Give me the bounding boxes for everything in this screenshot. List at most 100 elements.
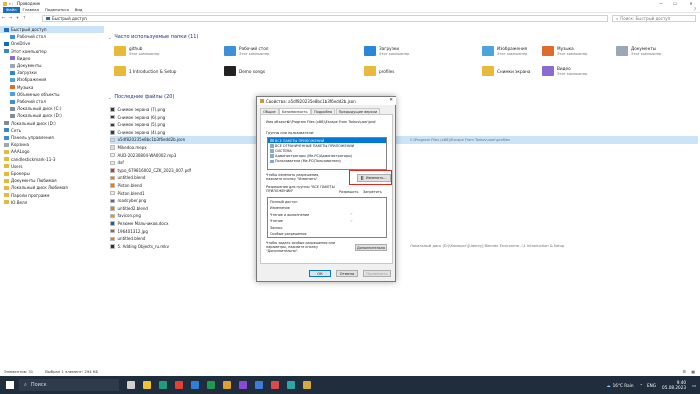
recent-file-row[interactable]: 5. Adding Objects_ru.mkv Локальный диск (… <box>110 243 564 250</box>
recent-file-row[interactable]: dxf <box>110 159 124 166</box>
sidebar-item[interactable]: Локальный диск (D:) <box>0 120 56 127</box>
maximize-button[interactable]: ☐ <box>668 0 682 7</box>
sidebar-item[interactable]: OneDrive <box>0 40 30 47</box>
sidebar-item[interactable]: Документы <box>0 62 42 69</box>
app-icon[interactable] <box>207 381 215 389</box>
frequent-folder[interactable]: Видео Этот компьютер <box>542 62 587 80</box>
weather-icon[interactable]: ☁ <box>606 383 610 388</box>
start-button[interactable] <box>6 381 14 389</box>
app-icon[interactable] <box>255 381 263 389</box>
help-icon[interactable]: ? <box>694 7 696 13</box>
sidebar-item[interactable]: Документы Любимая <box>0 177 57 184</box>
recent-file-row[interactable]: Снимок экрана (4).png <box>110 129 165 136</box>
recent-file-row[interactable]: favicon.png <box>110 212 141 219</box>
language-indicator[interactable]: ENG <box>647 383 656 388</box>
recent-file-row[interactable]: untitled.blend <box>110 174 145 181</box>
app-icon[interactable] <box>191 381 199 389</box>
sidebar-item[interactable]: Панель управления <box>0 134 54 141</box>
back-icon[interactable]: ← <box>0 16 7 21</box>
close-button[interactable]: ✕ <box>684 0 698 7</box>
recent-file-row[interactable]: untitled.blend <box>110 235 145 242</box>
frequent-folder[interactable]: Загрузки Этот компьютер <box>364 42 409 60</box>
sidebar-item[interactable]: Локальный диск (D:) <box>0 112 62 119</box>
frequent-folder[interactable]: Снимки экрана <box>482 62 530 80</box>
sidebar-item[interactable]: Объемные объекты <box>0 91 60 98</box>
sidebar-item[interactable]: Видео <box>0 55 30 62</box>
cancel-button[interactable]: Отмена <box>336 270 358 277</box>
app-icon[interactable] <box>223 381 231 389</box>
recent-file-row[interactable]: Резюме Мальчиков.docx <box>110 220 168 227</box>
recent-files-header[interactable]: ⌄ Последние файлы (20) <box>108 94 174 100</box>
recent-file-row[interactable]: Снимок экрана (5).png <box>110 121 165 128</box>
recent-file-row[interactable]: Снимок экрана (7).png <box>110 106 165 113</box>
tray-chevron-icon[interactable]: ⌃ <box>640 383 644 388</box>
chrome-icon[interactable] <box>175 381 183 389</box>
sidebar-item[interactable]: Рабочий стол <box>0 33 46 40</box>
recent-file-row[interactable]: Mikedoa.mepx <box>110 144 147 151</box>
sidebar-item[interactable]: Музыка <box>0 84 33 91</box>
user-list-item[interactable]: Пользователи (Ме-PC\Пользователи) <box>268 159 386 164</box>
sidebar-item[interactable]: Сеть <box>0 127 21 134</box>
sidebar-item[interactable]: Быстрый доступ <box>0 26 104 33</box>
weather[interactable]: 16°C Rain <box>613 383 634 388</box>
frequent-folder[interactable]: Изображения Этот компьютер <box>482 42 527 60</box>
app-icon[interactable] <box>287 381 295 389</box>
frequent-folders-header[interactable]: ⌄ Часто используемые папки (11) <box>108 34 198 40</box>
sidebar-item[interactable]: Брокеры <box>0 170 30 177</box>
forward-icon[interactable]: → <box>7 16 14 21</box>
recent-locations-icon[interactable]: ▾ <box>14 16 21 21</box>
tab-view[interactable]: Вид <box>72 7 86 13</box>
clock[interactable]: 9:40 05.08.2023 <box>662 380 686 391</box>
frequent-folder[interactable]: Документы Этот компьютер <box>616 42 661 60</box>
task-view-icon[interactable] <box>127 381 135 389</box>
quick-access-toolbar-icon[interactable]: ▾ | <box>9 2 13 6</box>
recent-file-row[interactable]: roadcyber.png <box>110 197 146 204</box>
sidebar-item[interactable]: Users <box>0 163 22 170</box>
recent-file-row[interactable]: Piston.blend1 <box>110 190 145 197</box>
tab-home[interactable]: Главная <box>20 7 42 13</box>
recent-file-row[interactable]: Снимок экрана (6).png <box>110 114 165 121</box>
app-icon[interactable] <box>303 381 311 389</box>
app-icon[interactable] <box>271 381 279 389</box>
sidebar-item[interactable]: Пароли программ <box>0 192 49 199</box>
details-view-icon[interactable]: ☰ <box>683 369 686 374</box>
edge-icon[interactable] <box>159 381 167 389</box>
sidebar-item[interactable]: Рабочий стол <box>0 98 46 105</box>
sidebar-item[interactable]: Изображения <box>0 76 46 83</box>
recent-file-row[interactable]: AUD-20230804-WA0002.mp3 <box>110 152 176 159</box>
recent-file-row[interactable]: Piston.blend <box>110 182 142 189</box>
ok-button[interactable]: ОК <box>309 270 331 277</box>
frequent-folder[interactable]: Demo songs <box>224 62 265 80</box>
sidebar-item[interactable]: AAALogo <box>0 148 29 155</box>
up-icon[interactable]: ↑ <box>21 16 28 21</box>
notifications-icon[interactable]: ▭ <box>692 383 696 388</box>
sidebar-item[interactable]: Ю.Велл <box>0 199 27 206</box>
dialog-close-button[interactable]: ✕ <box>389 97 393 105</box>
sidebar-item[interactable]: Локальный диск (C:) <box>0 105 61 112</box>
recent-file-row[interactable]: untitled2.blend <box>110 205 148 212</box>
apply-button[interactable]: Применить <box>363 270 391 277</box>
frequent-folder[interactable]: Музыка Этот компьютер <box>542 42 587 60</box>
frequent-folder[interactable]: github Этот компьютер <box>114 42 159 60</box>
frequent-folder[interactable]: Рабочий стол Этот компьютер <box>224 42 269 60</box>
app-icon[interactable] <box>239 381 247 389</box>
sidebar-item[interactable]: candlestickmark-11-3 <box>0 156 55 163</box>
frequent-folder[interactable]: 1 Introduction & Setup <box>114 62 176 80</box>
recent-file-row[interactable]: typo_679816002_CZK_2023_007.pdf <box>110 167 191 174</box>
recent-file-row[interactable]: a5df820235e8bc1b3f6edd2b.json C:\Program … <box>110 136 698 144</box>
recent-file-row[interactable]: 196401312.jpg <box>110 228 148 235</box>
sidebar-item[interactable]: Корзина <box>0 141 29 148</box>
tiles-view-icon[interactable]: ▦ <box>691 369 695 374</box>
minimize-button[interactable]: — <box>654 0 668 7</box>
sidebar-item[interactable]: Локальный диск Любимая <box>0 184 68 191</box>
users-list[interactable]: ВСЕ ПАКЕТЫ ПРИЛОЖЕНИЙ ВСЕ ОГРАНИЧЕННЫЕ ПА… <box>267 137 387 170</box>
explorer-icon[interactable] <box>143 381 151 389</box>
taskbar-search[interactable]: ⌕ Поиск <box>19 379 119 391</box>
tab-file[interactable]: Файл <box>3 6 20 13</box>
sidebar-item[interactable]: Загрузки <box>0 69 37 76</box>
address-bar[interactable]: Быстрый доступ <box>42 15 608 22</box>
advanced-button[interactable]: Дополнительно <box>355 244 387 251</box>
search-input[interactable]: ⌕ Поиск: Быстрый доступ <box>612 15 696 22</box>
sidebar-item[interactable]: Этот компьютер <box>0 48 47 55</box>
frequent-folder[interactable]: profiles <box>364 62 394 80</box>
